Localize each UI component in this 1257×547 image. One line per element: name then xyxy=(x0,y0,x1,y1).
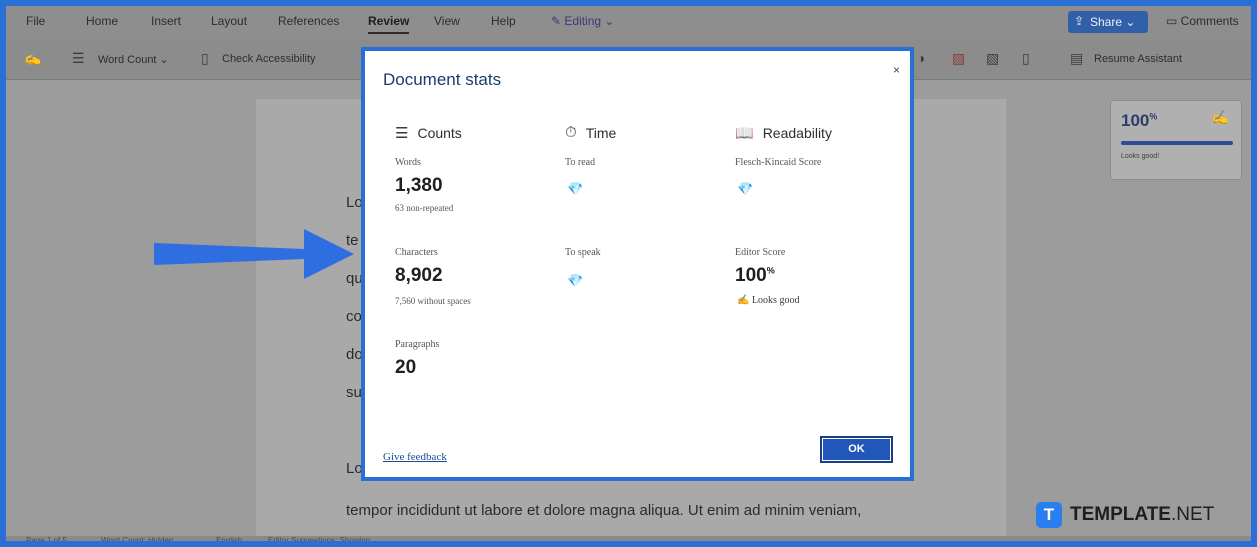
editor-pen-icon[interactable]: ✍ xyxy=(24,50,41,67)
editing-mode-dropdown[interactable]: ✎ Editing ⌄ xyxy=(551,14,614,28)
status-editor[interactable]: Editor Suggestions: Showing xyxy=(268,536,370,541)
characters-label: Characters xyxy=(395,247,438,258)
status-language[interactable]: English xyxy=(216,536,242,541)
accessibility-icon: ▯ xyxy=(201,50,209,66)
share-icon: ⇪ xyxy=(1074,14,1085,28)
dialog-body: Document stats × ☰ Counts ⏱ Time 📖 Reada… xyxy=(365,51,910,477)
menu-bar: File Home Insert Layout References Revie… xyxy=(6,6,1251,40)
characters-sub: 7,560 without spaces xyxy=(395,296,471,306)
menu-references[interactable]: References xyxy=(278,14,339,28)
readability-header-label: Readability xyxy=(762,125,832,141)
watermark-text-bold: TEMPLATE xyxy=(1070,504,1171,525)
resume-assistant-button[interactable]: Resume Assistant xyxy=(1094,53,1182,65)
menu-file[interactable]: File xyxy=(26,14,45,28)
give-feedback-link[interactable]: Give feedback xyxy=(383,451,447,463)
counts-header-label: Counts xyxy=(417,125,462,141)
ok-button[interactable]: OK xyxy=(820,436,893,463)
looks-good-note: ✍ Looks good xyxy=(737,295,799,306)
resume-assistant-icon: ▤ xyxy=(1070,50,1084,66)
watermark-text: TEMPLATE.NET xyxy=(1070,504,1214,526)
lines-icon: ☰ xyxy=(395,125,409,142)
to-read-label: To read xyxy=(565,157,596,168)
document-stats-dialog: Document stats × ☰ Counts ⏱ Time 📖 Reada… xyxy=(361,47,914,481)
reject-change-icon[interactable]: ▯ xyxy=(1022,50,1030,67)
menu-layout[interactable]: Layout xyxy=(211,14,247,28)
dialog-title: Document stats xyxy=(383,70,502,89)
diamond-icon[interactable]: 💎 xyxy=(567,273,583,289)
editor-panel-score-suffix: % xyxy=(1149,111,1158,122)
time-header: ⏱ Time xyxy=(565,124,616,141)
readability-header: 📖 Readability xyxy=(735,124,832,142)
pencil-icon: ✎ xyxy=(551,14,565,28)
words-sub: 63 non-repeated xyxy=(395,203,454,213)
status-page[interactable]: Page 1 of 5 xyxy=(26,536,67,541)
chevron-down-icon: ⌄ xyxy=(601,14,615,28)
pointer-arrow-icon xyxy=(154,229,354,279)
looks-good-label: Looks good xyxy=(751,295,800,306)
editor-score-bar xyxy=(1121,141,1233,145)
share-button[interactable]: ⇪ Share ⌄ xyxy=(1068,11,1148,33)
paragraphs-label: Paragraphs xyxy=(395,339,440,350)
editor-panel-label: Looks good! xyxy=(1121,153,1160,160)
book-icon: 📖 xyxy=(735,125,754,142)
pen-icon: ✍ xyxy=(737,295,752,306)
editor-score-panel[interactable]: 100% ✍ Looks good! xyxy=(1110,100,1242,180)
chevron-down-icon: ⌄ xyxy=(1122,15,1136,29)
words-label: Words xyxy=(395,157,421,168)
delete-comment-icon[interactable]: ▨ xyxy=(952,50,965,67)
next-change-icon[interactable]: ◗ xyxy=(918,50,926,66)
menu-help[interactable]: Help xyxy=(491,14,516,28)
to-speak-label: To speak xyxy=(565,247,601,258)
editor-score-label: Editor Score xyxy=(735,247,786,258)
diamond-icon[interactable]: 💎 xyxy=(737,181,753,197)
words-value: 1,380 xyxy=(395,175,443,196)
status-bar: Page 1 of 5 Word Count: Hidden English E… xyxy=(6,536,1251,541)
share-label: Share xyxy=(1090,15,1123,29)
status-word-count[interactable]: Word Count: Hidden xyxy=(101,536,173,541)
menu-review[interactable]: Review xyxy=(368,14,410,34)
document-text-line: su xyxy=(346,384,362,401)
counts-header: ☰ Counts xyxy=(395,124,462,142)
comments-button[interactable]: ▭ Comments xyxy=(1166,14,1239,28)
editing-label: Editing xyxy=(564,14,602,28)
word-count-label: Word Count xyxy=(98,54,157,66)
menu-insert[interactable]: Insert xyxy=(151,14,181,28)
flesch-kincaid-label: Flesch-Kincaid Score xyxy=(735,157,822,168)
menu-view[interactable]: View xyxy=(434,14,460,28)
editor-panel-score: 100% xyxy=(1121,111,1157,131)
menu-home[interactable]: Home xyxy=(86,14,118,28)
pen-icon: ✍ xyxy=(1211,109,1229,125)
accept-change-icon[interactable]: ▧ xyxy=(986,50,999,67)
editor-score-suffix: % xyxy=(766,265,775,276)
word-count-button[interactable]: Word Count ⌄ xyxy=(98,53,169,66)
document-bottom-line: tempor incididunt ut labore et dolore ma… xyxy=(346,502,862,519)
characters-value: 8,902 xyxy=(395,265,443,286)
time-header-label: Time xyxy=(585,124,617,141)
diamond-icon[interactable]: 💎 xyxy=(567,181,583,197)
close-icon[interactable]: × xyxy=(893,63,900,77)
check-accessibility-button[interactable]: Check Accessibility xyxy=(222,53,316,65)
comments-label: Comments xyxy=(1180,14,1239,28)
editor-panel-score-value: 100 xyxy=(1121,111,1150,130)
app-window: File Home Insert Layout References Revie… xyxy=(0,0,1257,547)
editor-score-number: 100 xyxy=(735,265,767,286)
editor-score-value: 100% xyxy=(735,265,775,287)
stopwatch-icon: ⏱ xyxy=(565,124,577,141)
template-net-watermark: T TEMPLATE.NET xyxy=(1036,500,1214,530)
comment-icon: ▭ xyxy=(1166,14,1181,28)
watermark-text-light: .NET xyxy=(1170,504,1215,525)
word-count-icon: ☰ xyxy=(72,50,85,66)
document-text-line: co xyxy=(346,308,362,325)
paragraphs-value: 20 xyxy=(395,357,417,378)
template-logo-icon: T xyxy=(1036,502,1062,528)
